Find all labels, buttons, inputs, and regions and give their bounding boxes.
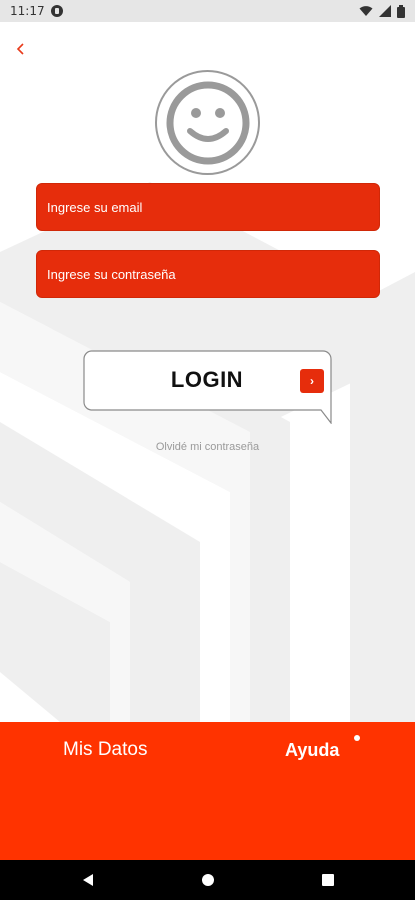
email-placeholder: Ingrese su email [47, 199, 143, 215]
chevron-left-icon [16, 43, 24, 55]
nav-back-button[interactable] [28, 860, 148, 900]
ayuda-dot-icon [354, 735, 360, 741]
system-nav-bar [0, 860, 415, 900]
status-icons [359, 4, 405, 18]
chevron-right-icon: › [300, 369, 324, 393]
ayuda-link[interactable]: Ayuda [285, 740, 339, 761]
forgot-password-link[interactable]: Olvidé mi contraseña [0, 441, 415, 453]
back-button[interactable] [14, 38, 36, 60]
email-field[interactable]: Ingrese su email [36, 183, 380, 231]
nav-home-button[interactable] [148, 860, 268, 900]
smiley-face-icon [166, 81, 249, 164]
nav-recents-button[interactable] [268, 860, 388, 900]
circle-home-icon [201, 874, 214, 886]
avatar [155, 70, 260, 175]
triangle-back-icon [82, 874, 93, 886]
wifi-icon [359, 6, 373, 16]
footer: Mis Datos Ayuda [0, 722, 415, 860]
battery-icon [397, 4, 405, 18]
square-recents-icon [321, 874, 334, 886]
login-button[interactable]: LOGIN › [83, 350, 333, 424]
status-time: 11:17 [10, 4, 45, 18]
login-label: LOGIN [170, 367, 244, 392]
notification-icon [50, 5, 63, 17]
password-placeholder: Ingrese su contraseña [47, 266, 176, 282]
mis-datos-link[interactable]: Mis Datos [63, 739, 147, 761]
password-field[interactable]: Ingrese su contraseña [36, 250, 380, 298]
status-bar: 11:17 [0, 0, 415, 22]
signal-icon [379, 5, 391, 17]
